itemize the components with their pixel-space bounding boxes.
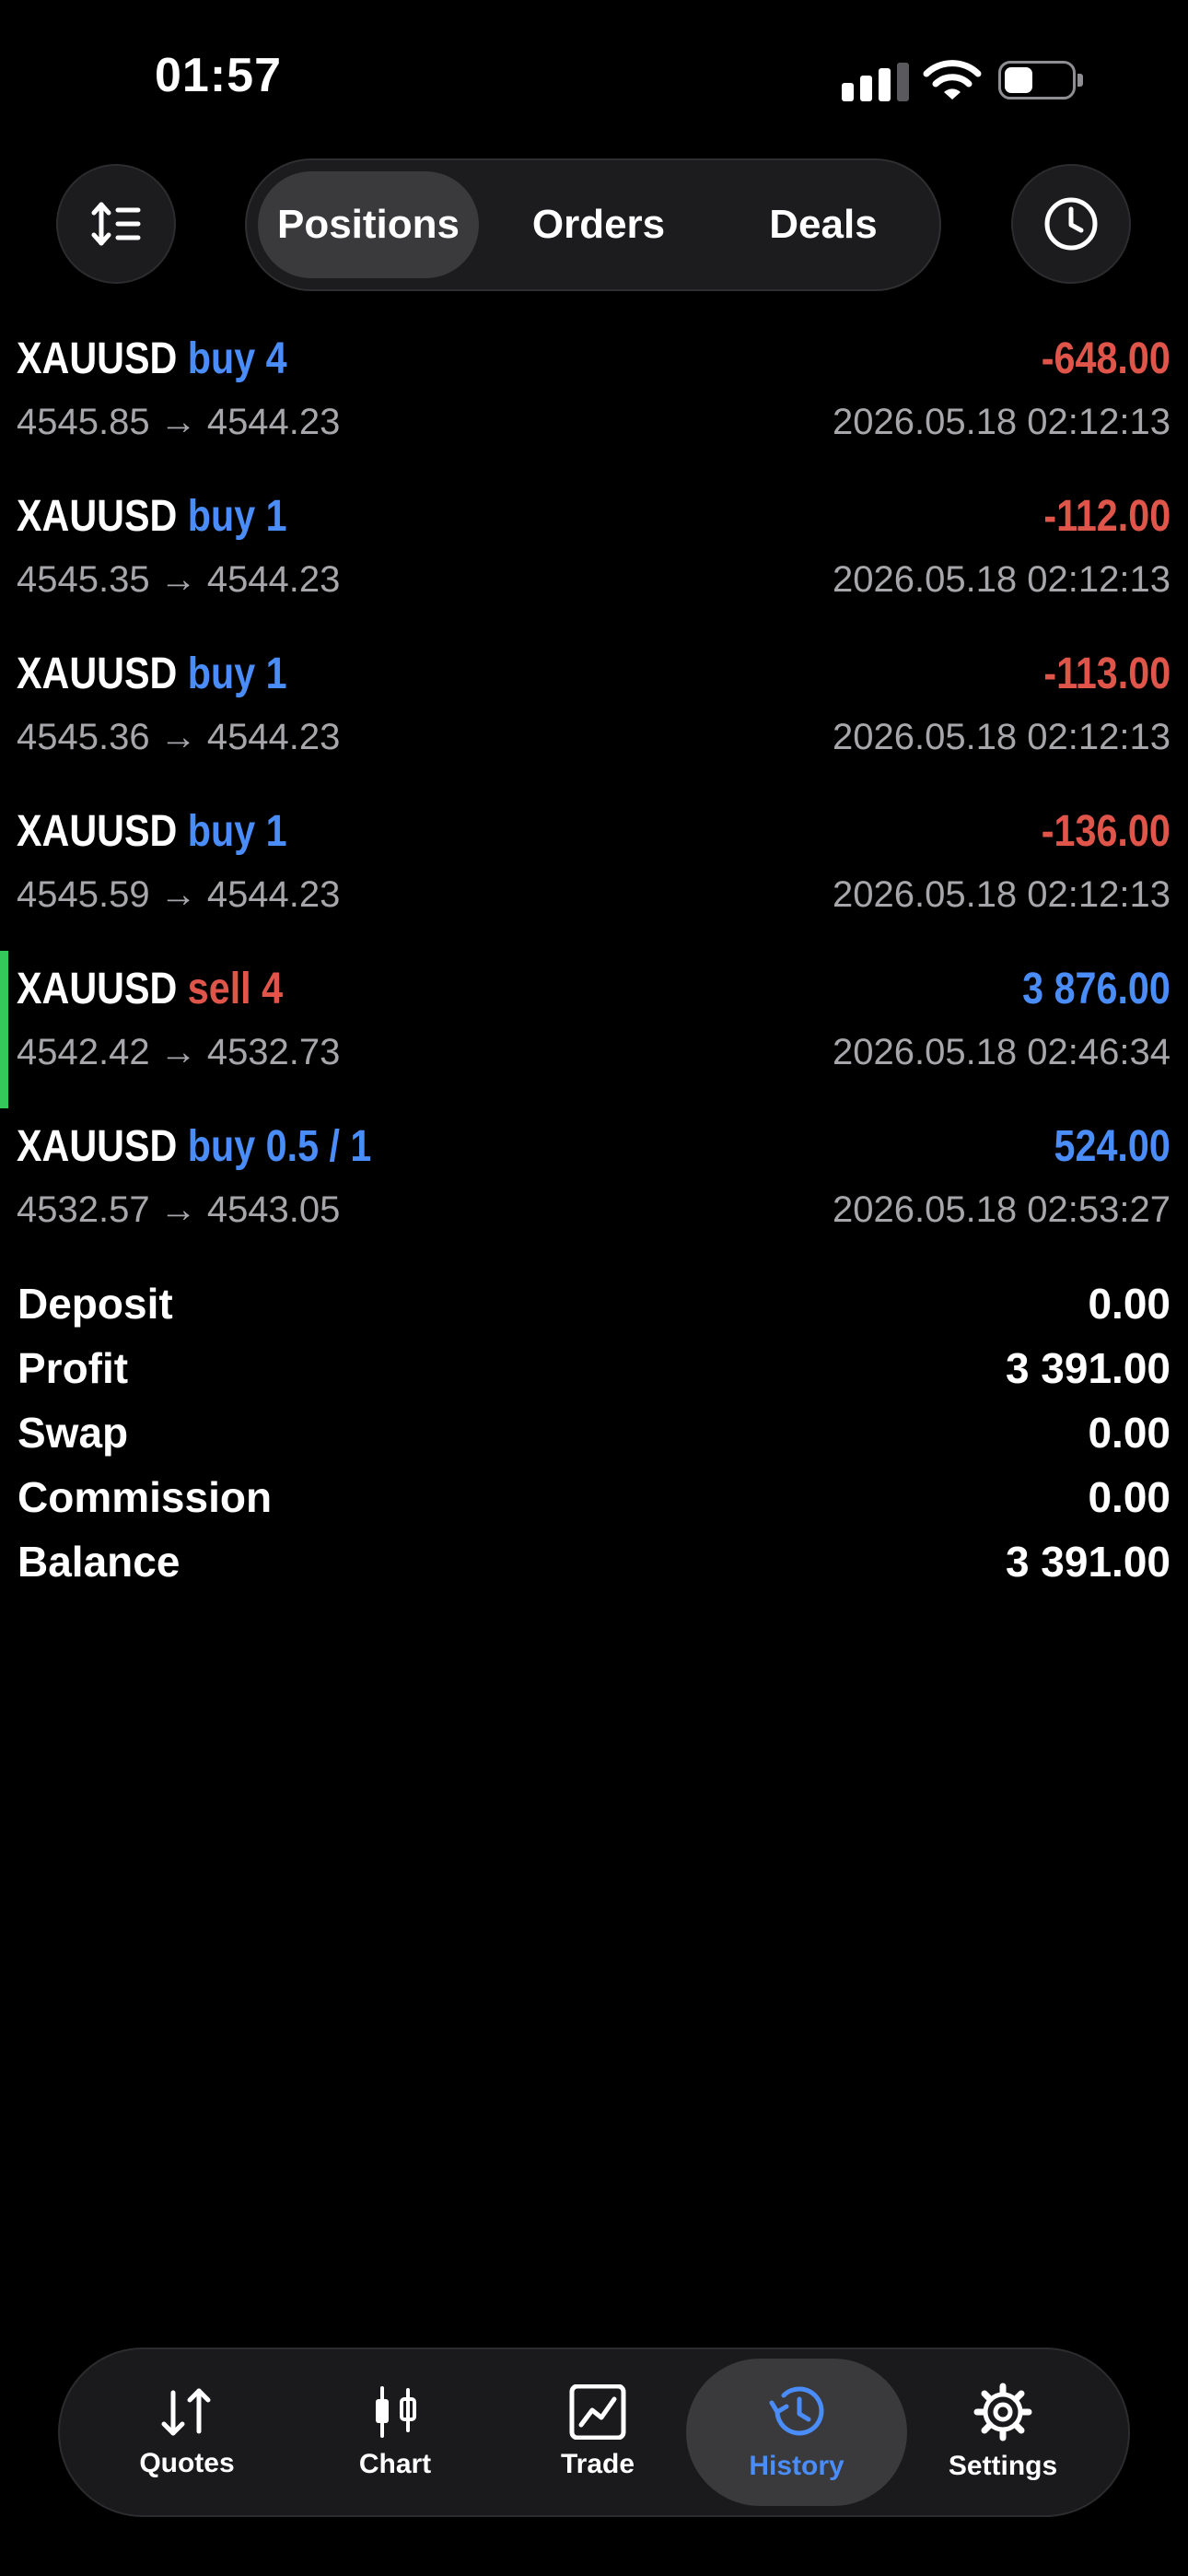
position-side: buy 4: [187, 334, 287, 383]
summary-profit-row: Profit 3 391.00: [0, 1340, 1188, 1404]
period-button[interactable]: [1011, 164, 1131, 284]
position-time: 2026.05.18 02:12:13: [832, 559, 1171, 600]
gear-icon: [973, 2383, 1032, 2441]
position-prices: 4545.59 → 4544.23: [17, 874, 341, 915]
position-profit: 524.00: [1054, 1122, 1171, 1171]
swap-value: 0.00: [1088, 1409, 1171, 1457]
wifi-icon: [923, 60, 982, 100]
balance-value: 3 391.00: [1005, 1538, 1171, 1586]
position-symbol: XAUUSD: [17, 492, 178, 541]
history-segmented-control: Positions Orders Deals: [245, 158, 941, 291]
position-prices: 4542.42 → 4532.73: [17, 1032, 341, 1072]
bottom-tab-bar: Quotes Chart Trade History Settings: [58, 2348, 1130, 2517]
sort-icon: [91, 202, 141, 246]
clock-icon: [1044, 197, 1098, 251]
position-profit: -648.00: [1041, 334, 1171, 383]
nav-settings-label: Settings: [948, 2451, 1058, 2481]
position-time: 2026.05.18 02:53:27: [832, 1189, 1171, 1230]
position-profit: 3 876.00: [1022, 965, 1171, 1013]
nav-trade[interactable]: Trade: [487, 2359, 708, 2506]
position-prices: 4532.57 → 4543.05: [17, 1189, 341, 1230]
cellular-signal-icon: [842, 63, 910, 101]
position-profit: -136.00: [1041, 807, 1171, 856]
position-row[interactable]: XAUUSD buy 1 -112.00 4545.35 → 4544.23 2…: [0, 478, 1188, 636]
position-row-selected[interactable]: XAUUSD sell 4 3 876.00 4542.42 → 4532.73…: [0, 951, 1188, 1108]
position-prices: 4545.36 → 4544.23: [17, 717, 341, 757]
position-prices: 4545.35 → 4544.23: [17, 559, 341, 600]
profit-value: 3 391.00: [1005, 1344, 1171, 1392]
quotes-icon: [161, 2388, 211, 2436]
summary-commission-row: Commission 0.00: [0, 1469, 1188, 1533]
position-time: 2026.05.18 02:12:13: [832, 717, 1171, 757]
position-side: buy 1: [187, 650, 287, 698]
trade-icon: [569, 2384, 626, 2440]
nav-quotes[interactable]: Quotes: [76, 2359, 297, 2506]
position-row[interactable]: XAUUSD buy 0.5 / 1 524.00 4532.57 → 4543…: [0, 1108, 1188, 1266]
position-time: 2026.05.18 02:46:34: [832, 1032, 1171, 1072]
position-side: buy 0.5 / 1: [187, 1122, 372, 1171]
nav-chart-label: Chart: [358, 2449, 432, 2479]
nav-chart[interactable]: Chart: [285, 2359, 506, 2506]
profit-label: Profit: [17, 1344, 129, 1392]
positions-list: XAUUSD buy 4 -648.00 4545.85 → 4544.23 2…: [0, 321, 1188, 1266]
summary-balance-row: Balance 3 391.00: [0, 1533, 1188, 1598]
position-symbol: XAUUSD: [17, 807, 178, 856]
account-summary: Deposit 0.00 Profit 3 391.00 Swap 0.00 C…: [0, 1275, 1188, 1598]
position-symbol: XAUUSD: [17, 334, 178, 383]
tab-positions[interactable]: Positions: [258, 171, 479, 278]
position-side: buy 1: [187, 807, 287, 856]
chart-icon: [376, 2386, 416, 2438]
sort-button[interactable]: [56, 164, 176, 284]
status-time: 01:57: [155, 49, 282, 102]
tab-orders[interactable]: Orders: [488, 171, 709, 278]
position-side: buy 1: [187, 492, 287, 541]
position-row[interactable]: XAUUSD buy 4 -648.00 4545.85 → 4544.23 2…: [0, 321, 1188, 478]
summary-swap-row: Swap 0.00: [0, 1404, 1188, 1469]
position-profit: -112.00: [1043, 492, 1171, 541]
position-symbol: XAUUSD: [17, 1122, 178, 1171]
commission-label: Commission: [17, 1473, 273, 1521]
battery-icon: [998, 61, 1083, 100]
position-profit: -113.00: [1043, 650, 1171, 698]
tab-deals[interactable]: Deals: [713, 171, 934, 278]
position-time: 2026.05.18 02:12:13: [832, 874, 1171, 915]
position-side: sell 4: [187, 965, 284, 1013]
position-prices: 4545.85 → 4544.23: [17, 402, 341, 442]
position-symbol: XAUUSD: [17, 965, 178, 1013]
nav-quotes-label: Quotes: [139, 2448, 235, 2478]
position-row[interactable]: XAUUSD buy 1 -113.00 4545.36 → 4544.23 2…: [0, 636, 1188, 793]
commission-value: 0.00: [1088, 1473, 1171, 1521]
nav-trade-label: Trade: [560, 2449, 635, 2479]
deposit-label: Deposit: [17, 1280, 173, 1328]
nav-history[interactable]: History: [686, 2359, 907, 2506]
nav-history-label: History: [749, 2451, 844, 2481]
history-screen: 01:57 Positions Orders Deals XAUUSD buy …: [0, 0, 1188, 2576]
position-symbol: XAUUSD: [17, 650, 178, 698]
deposit-value: 0.00: [1088, 1280, 1171, 1328]
position-time: 2026.05.18 02:12:13: [832, 402, 1171, 442]
swap-label: Swap: [17, 1409, 129, 1457]
status-bar: 01:57: [0, 0, 1188, 157]
history-icon: [769, 2386, 824, 2436]
nav-settings[interactable]: Settings: [892, 2359, 1113, 2506]
balance-label: Balance: [17, 1538, 181, 1586]
position-row[interactable]: XAUUSD buy 1 -136.00 4545.59 → 4544.23 2…: [0, 793, 1188, 951]
summary-deposit-row: Deposit 0.00: [0, 1275, 1188, 1340]
